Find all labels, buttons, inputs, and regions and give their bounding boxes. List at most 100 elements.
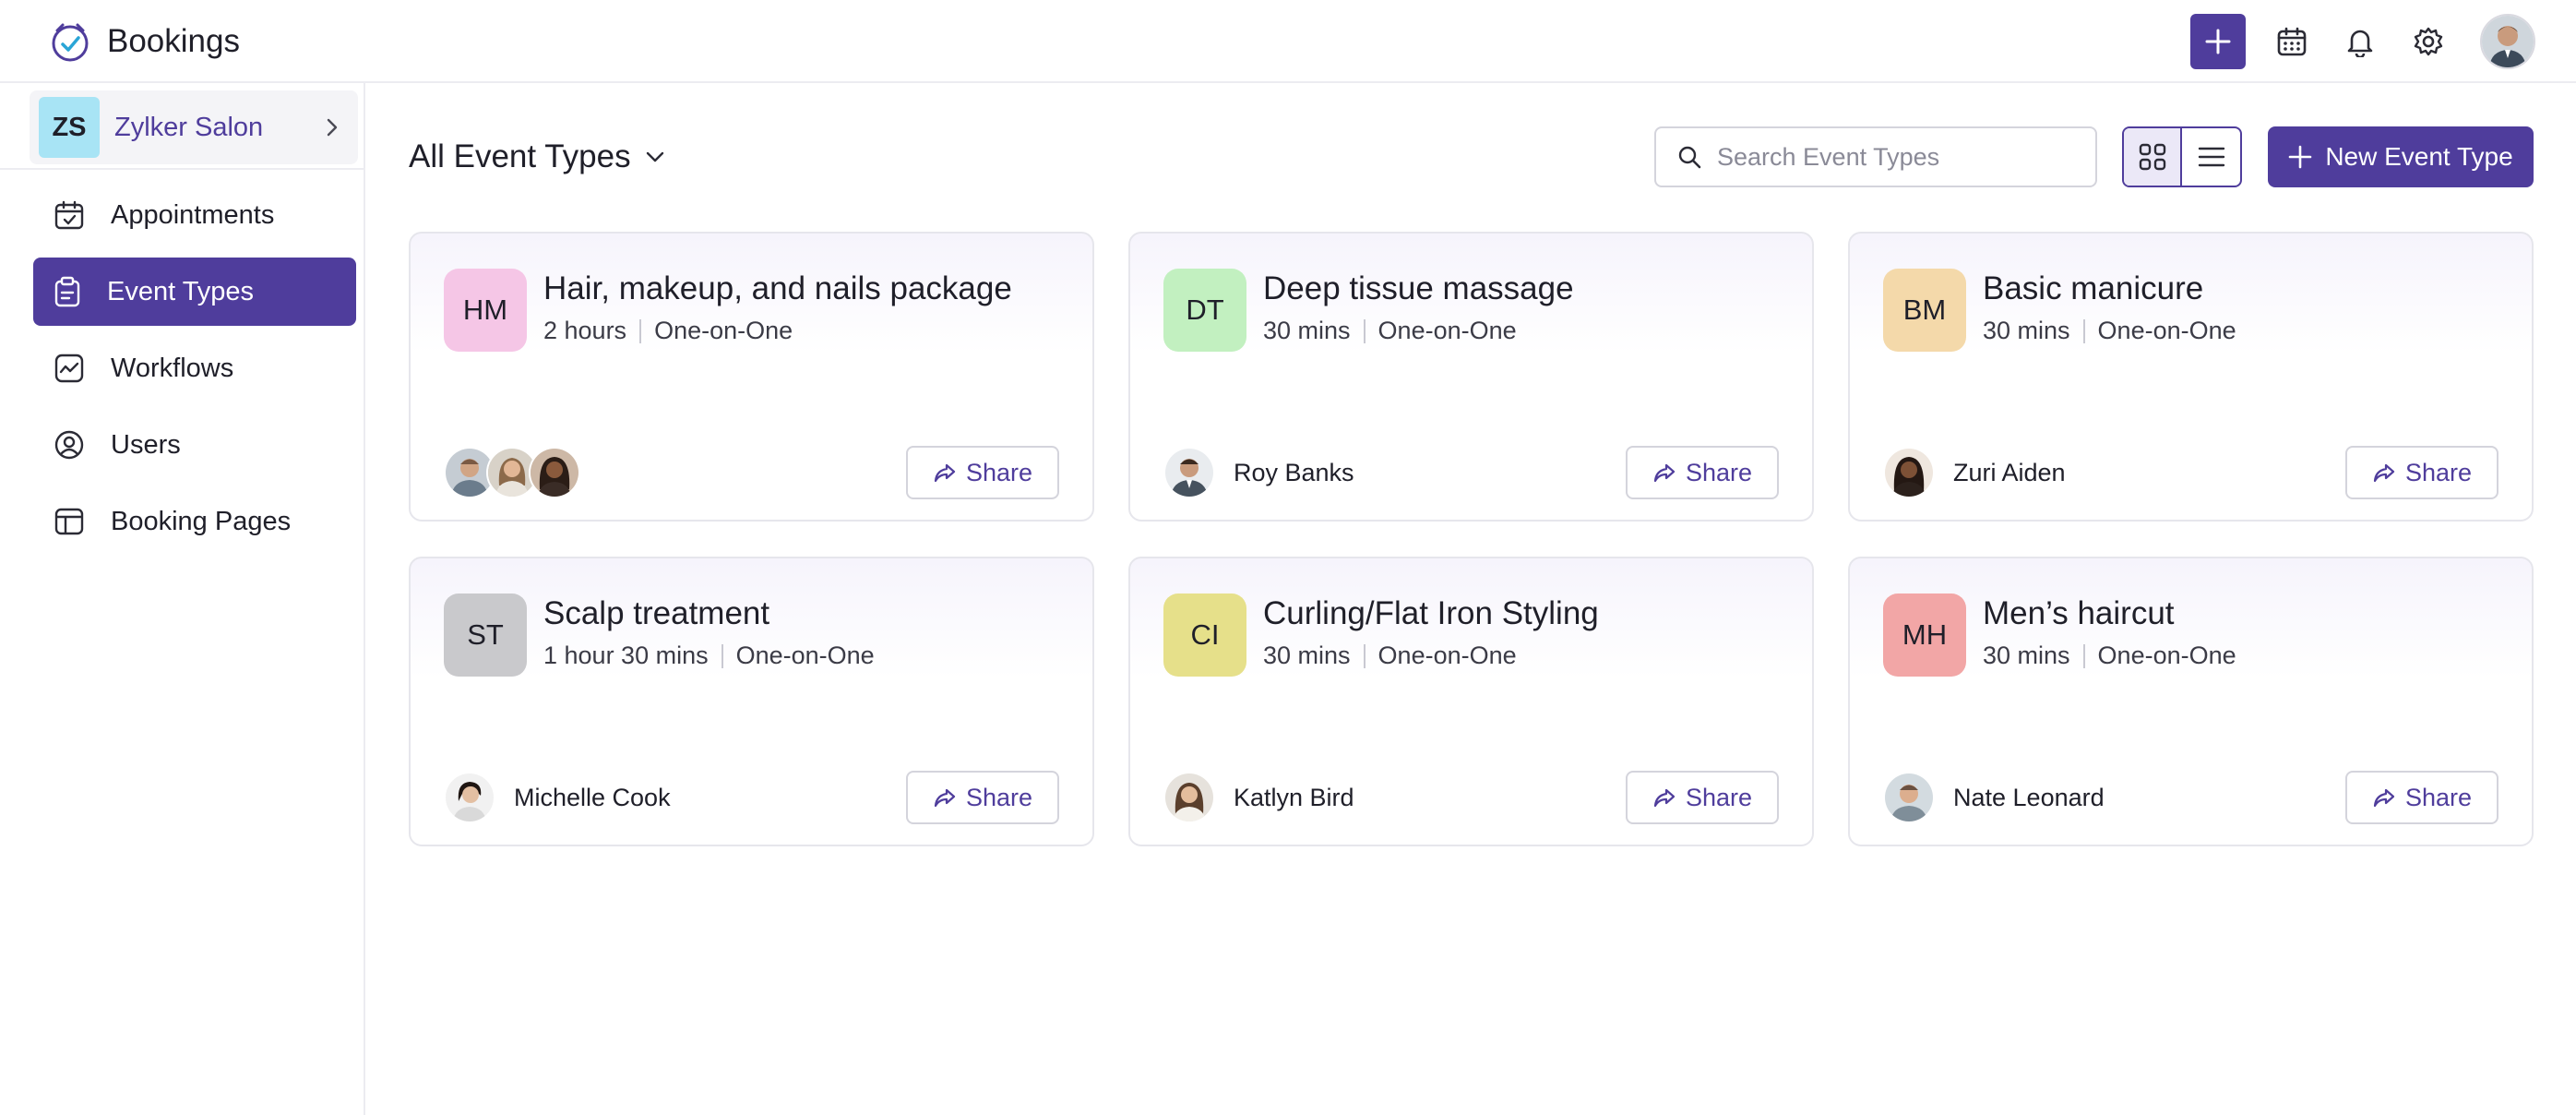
sidebar-item-label: Workflows — [111, 353, 234, 383]
event-title: Men’s haircut — [1983, 595, 2175, 631]
event-type-card[interactable]: CI Curling/Flat Iron Styling 30 mins One… — [1128, 557, 1814, 846]
avatar — [444, 772, 495, 823]
meta-separator — [1363, 318, 1366, 343]
event-initials-badge: DT — [1163, 269, 1246, 352]
user-circle-icon — [54, 430, 84, 460]
event-type-card[interactable]: DT Deep tissue massage 30 mins One-on-On… — [1128, 232, 1814, 522]
avatar — [1163, 447, 1215, 498]
sidebar-item-booking-pages[interactable]: Booking Pages — [33, 487, 356, 556]
event-type-card[interactable]: BM Basic manicure 30 mins One-on-One Zur… — [1848, 232, 2534, 522]
event-duration: 30 mins — [1983, 317, 2070, 344]
share-icon — [934, 788, 956, 808]
sidebar-item-label: Booking Pages — [111, 506, 292, 536]
assigned-users[interactable]: Nate Leonard — [1883, 771, 2105, 824]
booking-page-icon — [54, 508, 84, 535]
meta-separator — [2082, 643, 2085, 668]
workflow-icon — [54, 354, 84, 383]
share-button[interactable]: Share — [906, 446, 1059, 499]
share-icon — [1653, 788, 1676, 808]
event-type-card[interactable]: ST Scalp treatment 1 hour 30 mins One-on… — [409, 557, 1094, 846]
new-event-type-label: New Event Type — [2325, 142, 2513, 171]
sidebar-item-workflows[interactable]: Workflows — [33, 334, 356, 402]
sidebar-item-label: Users — [111, 429, 181, 460]
event-title: Hair, makeup, and nails package — [543, 270, 1012, 306]
share-icon — [1653, 463, 1676, 483]
page-title: All Event Types — [409, 138, 631, 174]
sidebar-item-users[interactable]: Users — [33, 411, 356, 479]
org-switcher[interactable]: ZS Zylker Salon — [30, 90, 358, 164]
event-duration: 30 mins — [1263, 317, 1351, 344]
share-label: Share — [965, 783, 1033, 811]
share-label: Share — [2404, 458, 2473, 486]
event-type-card[interactable]: MH Men’s haircut 30 mins One-on-One Nate… — [1848, 557, 2534, 846]
search-box — [1654, 126, 2097, 187]
settings-button[interactable] — [2408, 21, 2449, 62]
sidebar: ZS Zylker Salon Appointments Event Types… — [0, 83, 365, 1115]
event-kind: One-on-One — [1377, 317, 1517, 344]
user-avatar[interactable] — [2480, 14, 2535, 69]
share-button[interactable]: Share — [2345, 771, 2498, 824]
org-name: Zylker Salon — [114, 112, 264, 142]
share-label: Share — [1685, 783, 1753, 811]
sidebar-nav: Appointments Event Types Workflows Users… — [33, 181, 356, 564]
clipboard-icon — [54, 276, 80, 307]
event-initials-badge: BM — [1883, 269, 1966, 352]
share-button[interactable]: Share — [1626, 771, 1779, 824]
event-title: Deep tissue massage — [1263, 270, 1574, 306]
sidebar-item-event-types[interactable]: Event Types — [33, 258, 356, 326]
notifications-button[interactable] — [2340, 21, 2380, 62]
user-name: Nate Leonard — [1953, 783, 2105, 811]
new-event-type-button[interactable]: New Event Type — [2268, 126, 2534, 187]
meta-separator — [721, 643, 723, 668]
event-meta: 30 mins One-on-One — [1263, 317, 1517, 345]
chevron-right-icon — [327, 118, 338, 137]
assigned-users[interactable]: Roy Banks — [1163, 446, 1354, 499]
sidebar-item-appointments[interactable]: Appointments — [33, 181, 356, 249]
event-title: Basic manicure — [1983, 270, 2204, 306]
grid-icon — [2139, 143, 2165, 171]
event-type-grid: HM Hair, makeup, and nails package 2 hou… — [409, 232, 2534, 846]
event-type-filter[interactable]: All Event Types — [409, 131, 668, 183]
brand[interactable]: Bookings — [48, 17, 240, 66]
sidebar-divider — [0, 168, 364, 170]
event-meta: 30 mins One-on-One — [1983, 641, 2236, 670]
user-name: Michelle Cook — [514, 783, 671, 811]
avatar — [1883, 447, 1935, 498]
share-icon — [934, 463, 956, 483]
quick-add-button[interactable] — [2190, 14, 2246, 69]
share-label: Share — [1685, 458, 1753, 486]
event-initials-badge: MH — [1883, 593, 1966, 677]
event-meta: 30 mins One-on-One — [1983, 317, 2236, 345]
assigned-users[interactable]: Zuri Aiden — [1883, 446, 2066, 499]
event-kind: One-on-One — [1377, 641, 1517, 669]
assigned-users[interactable]: Katlyn Bird — [1163, 771, 1354, 824]
avatar — [1883, 772, 1935, 823]
bell-icon — [2347, 30, 2373, 57]
share-label: Share — [965, 458, 1033, 486]
calendar-button[interactable] — [2272, 21, 2312, 62]
share-button[interactable]: Share — [2345, 446, 2498, 499]
assigned-users[interactable] — [444, 446, 580, 499]
event-type-card[interactable]: HM Hair, makeup, and nails package 2 hou… — [409, 232, 1094, 522]
event-initials-badge: ST — [444, 593, 527, 677]
event-title: Scalp treatment — [543, 595, 770, 631]
event-meta: 2 hours One-on-One — [543, 317, 793, 345]
share-label: Share — [2404, 783, 2473, 811]
share-button[interactable]: Share — [1626, 446, 1779, 499]
user-name: Zuri Aiden — [1953, 458, 2066, 486]
list-icon — [2198, 147, 2224, 167]
list-view-button[interactable] — [2182, 128, 2240, 186]
meta-separator — [2082, 318, 2085, 343]
event-duration: 30 mins — [1263, 641, 1351, 669]
avatar — [529, 447, 580, 498]
meta-separator — [639, 318, 642, 343]
share-icon — [2373, 463, 2395, 483]
assigned-users[interactable]: Michelle Cook — [444, 771, 671, 824]
search-input[interactable] — [1717, 142, 2086, 172]
view-toggle — [2122, 126, 2242, 187]
grid-view-button[interactable] — [2124, 128, 2183, 186]
org-initials-badge: ZS — [39, 97, 100, 158]
share-button[interactable]: Share — [906, 771, 1059, 824]
calendar-icon — [2277, 27, 2307, 56]
share-icon — [2373, 788, 2395, 808]
